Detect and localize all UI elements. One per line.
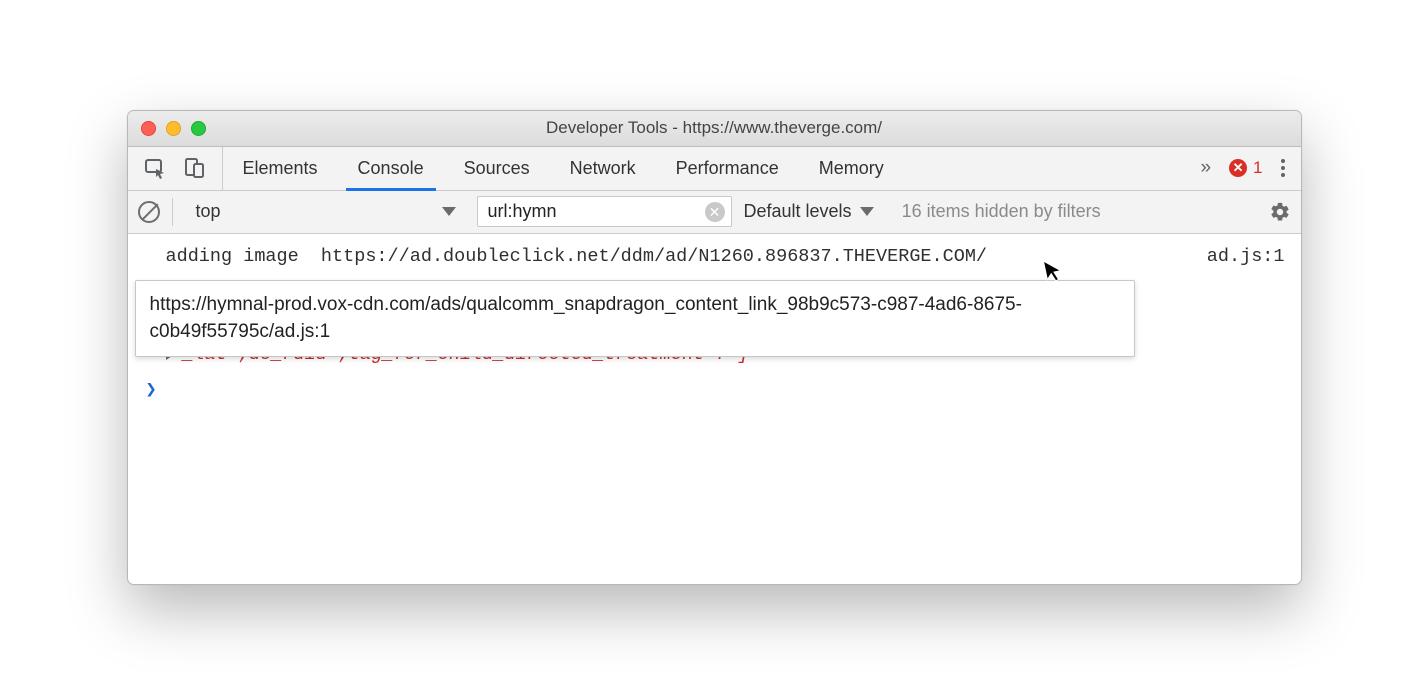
clear-filter-icon[interactable]: ✕ bbox=[705, 202, 725, 222]
inspect-element-icon[interactable] bbox=[144, 157, 166, 179]
caret-down-icon bbox=[860, 207, 874, 216]
tab-memory[interactable]: Memory bbox=[799, 147, 904, 190]
filter-text[interactable] bbox=[488, 201, 668, 222]
source-tooltip: https://hymnal-prod.vox-cdn.com/ads/qual… bbox=[135, 280, 1135, 357]
console-filterbar: top ✕ Default levels 16 items hidden by … bbox=[128, 191, 1301, 234]
tab-elements[interactable]: Elements bbox=[223, 147, 338, 190]
execution-context-select[interactable]: top bbox=[185, 196, 465, 227]
traffic-lights bbox=[128, 121, 206, 136]
settings-menu-icon[interactable] bbox=[1281, 159, 1285, 177]
error-count-badge[interactable]: ✕ 1 bbox=[1229, 158, 1262, 178]
window-title: Developer Tools - https://www.theverge.c… bbox=[128, 118, 1301, 138]
error-icon: ✕ bbox=[1229, 159, 1247, 177]
minimize-window-button[interactable] bbox=[166, 121, 181, 136]
devtools-toolbar: Elements Console Sources Network Perform… bbox=[128, 147, 1301, 191]
panel-tabs: Elements Console Sources Network Perform… bbox=[223, 147, 904, 190]
levels-label: Default levels bbox=[744, 201, 852, 222]
hidden-count-label: 16 items hidden by filters bbox=[902, 201, 1101, 222]
console-output[interactable]: adding image https://ad.doubleclick.net/… bbox=[128, 234, 1301, 584]
console-prompt[interactable]: ❯ bbox=[128, 371, 1301, 407]
devtools-window: Developer Tools - https://www.theverge.c… bbox=[127, 110, 1302, 585]
log-entry[interactable]: adding image https://ad.doubleclick.net/… bbox=[128, 242, 1301, 273]
titlebar: Developer Tools - https://www.theverge.c… bbox=[128, 111, 1301, 147]
tab-network[interactable]: Network bbox=[550, 147, 656, 190]
zoom-window-button[interactable] bbox=[191, 121, 206, 136]
tab-performance[interactable]: Performance bbox=[656, 147, 799, 190]
close-window-button[interactable] bbox=[141, 121, 156, 136]
log-levels-select[interactable]: Default levels bbox=[744, 201, 874, 222]
console-settings-icon[interactable] bbox=[1269, 201, 1291, 223]
clear-console-icon[interactable] bbox=[138, 201, 160, 223]
console-filter-input[interactable]: ✕ bbox=[477, 196, 732, 227]
log-source-link[interactable]: ad.js:1 bbox=[1199, 243, 1285, 272]
tab-console[interactable]: Console bbox=[338, 147, 444, 190]
tab-sources[interactable]: Sources bbox=[444, 147, 550, 190]
context-label: top bbox=[196, 201, 221, 222]
error-count: 1 bbox=[1253, 158, 1262, 178]
device-toolbar-icon[interactable] bbox=[184, 157, 206, 179]
more-tabs-icon[interactable]: » bbox=[1200, 157, 1211, 179]
caret-down-icon bbox=[442, 207, 456, 216]
